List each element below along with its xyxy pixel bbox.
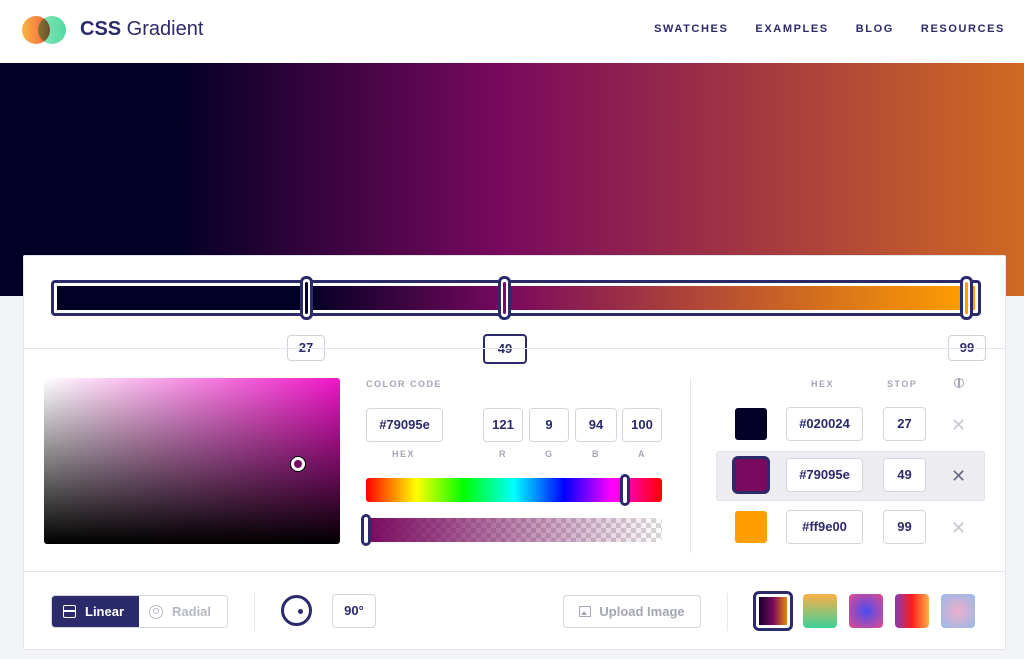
divider bbox=[24, 571, 1005, 572]
stop-swatch-2[interactable] bbox=[732, 456, 770, 494]
stop-swatch-3[interactable] bbox=[735, 511, 767, 543]
linear-icon bbox=[63, 605, 76, 618]
divider bbox=[690, 378, 691, 553]
hue-slider[interactable] bbox=[366, 478, 662, 502]
nav-blog[interactable]: BLOG bbox=[856, 23, 894, 35]
image-icon bbox=[579, 606, 592, 617]
gradient-stops-bar[interactable] bbox=[51, 276, 981, 320]
stop-swatch-1[interactable] bbox=[735, 408, 767, 440]
stop-handle-2[interactable] bbox=[498, 276, 511, 320]
stop-hex-input-2[interactable]: #79095e bbox=[786, 458, 863, 492]
divider bbox=[24, 348, 1005, 349]
brand-title[interactable]: CSS Gradient bbox=[80, 18, 203, 41]
preset-swatch-5[interactable] bbox=[941, 594, 975, 628]
divider bbox=[254, 593, 255, 631]
alpha-slider-thumb[interactable] bbox=[361, 514, 371, 546]
saturation-cursor[interactable] bbox=[291, 457, 305, 471]
divider bbox=[727, 593, 728, 631]
alpha-input[interactable]: 100 bbox=[622, 408, 662, 442]
gradient-type-toggle: Linear Radial bbox=[51, 595, 228, 628]
radial-icon bbox=[149, 604, 164, 619]
nav-resources[interactable]: RESOURCES bbox=[921, 23, 1005, 35]
radial-label: Radial bbox=[172, 604, 212, 619]
stops-stop-header: STOP bbox=[887, 379, 918, 389]
preset-swatch-1[interactable] bbox=[753, 591, 793, 631]
main-nav: SWATCHES EXAMPLES BLOG RESOURCES bbox=[654, 23, 1024, 35]
radial-button[interactable]: Radial bbox=[139, 596, 227, 627]
nav-examples[interactable]: EXAMPLES bbox=[755, 23, 828, 35]
b-label: B bbox=[592, 449, 600, 459]
stop-handle-3[interactable] bbox=[960, 276, 973, 320]
remove-stop-2-icon[interactable]: ✕ bbox=[951, 467, 966, 485]
upload-image-button[interactable]: Upload Image bbox=[563, 595, 701, 628]
brand-rest: Gradient bbox=[121, 18, 204, 40]
header: CSS Gradient SWATCHES EXAMPLES BLOG RESO… bbox=[0, 0, 1024, 63]
stop-position-input-2[interactable]: 49 bbox=[883, 458, 926, 492]
preset-swatch-3[interactable] bbox=[849, 594, 883, 628]
hex-label: HEX bbox=[392, 449, 416, 459]
r-label: R bbox=[499, 449, 507, 459]
stops-hex-header: HEX bbox=[811, 379, 835, 389]
linear-label: Linear bbox=[85, 604, 125, 619]
alpha-slider[interactable] bbox=[366, 518, 662, 542]
linear-button[interactable]: Linear bbox=[52, 596, 140, 627]
green-input[interactable]: 9 bbox=[529, 408, 569, 442]
color-code-heading: COLOR CODE bbox=[366, 379, 443, 389]
stop-handle-1[interactable] bbox=[300, 276, 313, 320]
blue-input[interactable]: 94 bbox=[575, 408, 617, 442]
globe-icon bbox=[954, 378, 964, 388]
preset-swatch-4[interactable] bbox=[895, 594, 929, 628]
a-label: A bbox=[638, 449, 646, 459]
upload-image-label: Upload Image bbox=[599, 604, 685, 619]
angle-input[interactable]: 90° bbox=[332, 594, 376, 628]
gradient-editor-panel: 27 49 99 COLOR CODE #79095e 121 9 94 100… bbox=[23, 255, 1006, 650]
remove-stop-3-icon[interactable]: ✕ bbox=[951, 519, 966, 537]
nav-swatches[interactable]: SWATCHES bbox=[654, 23, 728, 35]
stop-position-label-2[interactable]: 49 bbox=[483, 334, 527, 364]
hex-input[interactable]: #79095e bbox=[366, 408, 443, 442]
hue-slider-thumb[interactable] bbox=[620, 474, 630, 506]
remove-stop-1-icon[interactable]: ✕ bbox=[951, 416, 966, 434]
gradient-bar-fill[interactable] bbox=[57, 286, 975, 310]
stop-hex-input-3[interactable]: #ff9e00 bbox=[786, 510, 863, 544]
red-input[interactable]: 121 bbox=[483, 408, 523, 442]
stop-position-input-3[interactable]: 99 bbox=[883, 510, 926, 544]
stop-hex-input-1[interactable]: #020024 bbox=[786, 407, 863, 441]
brand-bold: CSS bbox=[80, 18, 122, 40]
angle-dial-icon[interactable] bbox=[281, 595, 312, 626]
g-label: G bbox=[545, 449, 554, 459]
logo-icon[interactable] bbox=[22, 16, 70, 44]
stop-position-input-1[interactable]: 27 bbox=[883, 407, 926, 441]
preset-swatch-2[interactable] bbox=[803, 594, 837, 628]
